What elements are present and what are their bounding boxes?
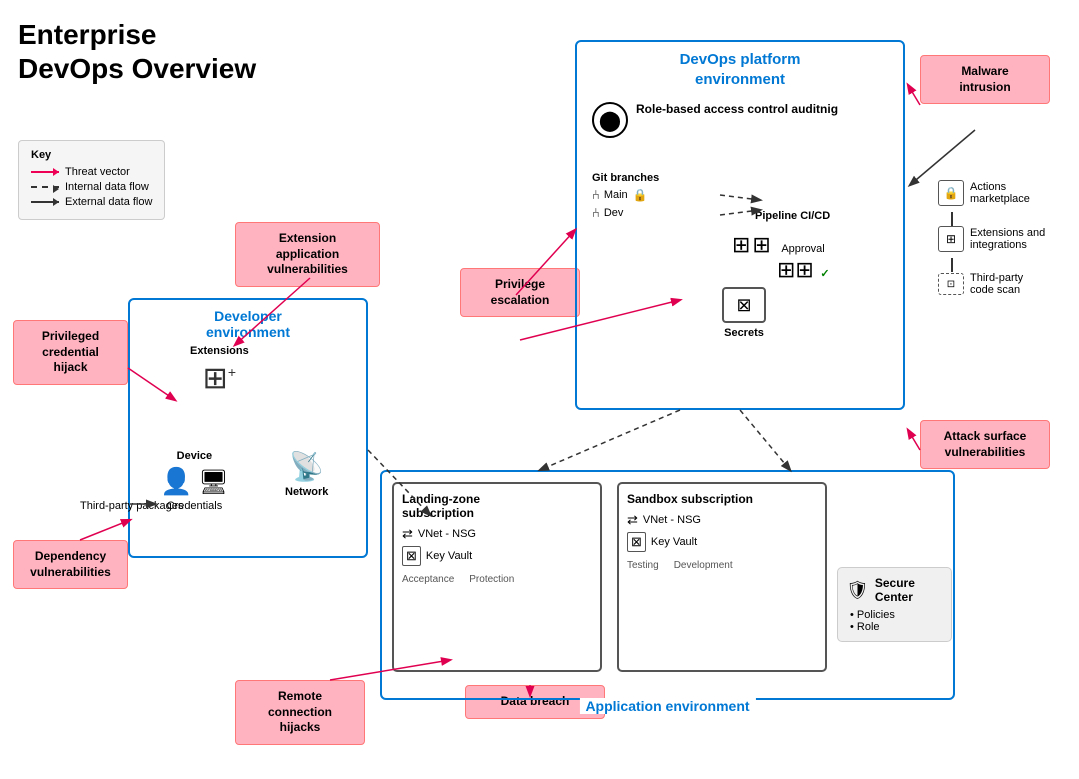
pipeline-icons: ⊞⊞ Approval: [732, 232, 825, 258]
secrets-section: ⊠ Secrets: [722, 287, 766, 339]
sb-keyvault: ⊠ Key Vault: [627, 532, 817, 552]
developer-env-box: Developer environment Extensions ⊞+ Devi…: [128, 298, 368, 558]
threat-privileged-credential: Privileged credential hijack: [13, 320, 128, 385]
arrow-down-1: [951, 212, 1045, 226]
arrow-down-2: [951, 258, 1045, 272]
lz-vnet: ⇄ VNet - NSG: [402, 526, 592, 542]
threat-malware: Malware intrusion: [920, 55, 1050, 104]
router-icon: 📡: [285, 450, 328, 483]
sb-envs: Testing Development: [627, 560, 817, 571]
branch-dev-icon: ⑃: [592, 205, 600, 220]
rbac-label: Role-based access control auditnig: [636, 102, 838, 118]
vnet-icon: ⇄: [402, 526, 413, 542]
legend-box: Key Threat vector Internal data flow Ext…: [18, 140, 165, 220]
secure-center-box: 🛡 Secure Center • Policies • Role: [837, 567, 952, 642]
marketplace-icon: 🔒: [938, 180, 964, 206]
extensions-integrations-icon: ⊞: [938, 226, 964, 252]
third-party-label: Third-party packages: [80, 500, 183, 512]
page-title: Enterprise DevOps Overview: [18, 18, 256, 85]
branch-icon: ⑃: [592, 187, 600, 202]
shield-icon: 🛡: [846, 580, 869, 601]
threat-extension-app: Extension application vulnerabilities: [235, 222, 380, 287]
threat-attack-surface: Attack surface vulnerabilities: [920, 420, 1050, 469]
approval-label: Approval: [781, 243, 824, 255]
sb-vnet-icon: ⇄: [627, 512, 638, 528]
secure-role: • Role: [850, 621, 943, 633]
sb-keyvault-icon: ⊠: [627, 532, 646, 552]
secrets-icon: ⊠: [722, 287, 766, 323]
threat-vector-icon: [31, 171, 59, 173]
legend-title: Key: [31, 149, 152, 161]
landing-zone-box: Landing-zone subscription ⇄ VNet - NSG ⊠…: [392, 482, 602, 672]
legend-external-flow: External data flow: [31, 196, 152, 208]
secure-policies: • Policies: [850, 609, 943, 621]
threat-privilege-escalation: Privilege escalation: [460, 268, 580, 317]
extensions-icon: ⊞+: [190, 361, 249, 396]
legend-threat-vector: Threat vector: [31, 166, 152, 178]
network-section: 📡 Network: [285, 450, 328, 498]
keyvault-icon: ⊠: [402, 546, 421, 566]
pipeline-label: Pipeline CI/CD: [755, 210, 830, 222]
branch-dev: ⑃ Dev: [592, 205, 659, 220]
sandbox-box: Sandbox subscription ⇄ VNet - NSG ⊠ Key …: [617, 482, 827, 672]
github-icon: ⬤: [592, 102, 628, 138]
internal-flow-icon: [31, 186, 59, 188]
sb-vnet: ⇄ VNet - NSG: [627, 512, 817, 528]
lz-envs: Acceptance Protection: [402, 574, 592, 585]
threat-remote-connection: Remote connection hijacks: [235, 680, 365, 745]
lock-icon: 🔒: [633, 188, 648, 202]
devops-platform-box: DevOps platform environment ⬤ Role-based…: [575, 40, 905, 410]
rbac-section: ⬤ Role-based access control auditnig: [592, 102, 838, 138]
app-env-label: Application environment: [579, 698, 755, 714]
git-branches: Git branches ⑃ Main 🔒 ⑃ Dev: [592, 172, 659, 220]
pipeline-icons-2: ⊞⊞ ✓: [777, 257, 830, 283]
computer-icon: 🖥: [198, 468, 228, 497]
application-env-box: Application environment Landing-zone sub…: [380, 470, 955, 700]
external-flow-icon: [31, 201, 59, 203]
devops-title: DevOps platform environment: [577, 42, 903, 89]
lz-keyvault: ⊠ Key Vault: [402, 546, 592, 566]
person-icon: 👤: [160, 466, 192, 497]
developer-env-title: Developer environment: [130, 300, 366, 340]
extensions-section: Extensions ⊞+: [190, 345, 249, 396]
third-party-scan-icon: ⊡: [938, 273, 964, 295]
actions-marketplace-section: 🔒 Actions marketplace ⊞ Extensions and i…: [938, 180, 1045, 302]
threat-dependency: Dependency vulnerabilities: [13, 540, 128, 589]
legend-internal-flow: Internal data flow: [31, 181, 152, 193]
branch-main: ⑃ Main 🔒: [592, 187, 659, 202]
